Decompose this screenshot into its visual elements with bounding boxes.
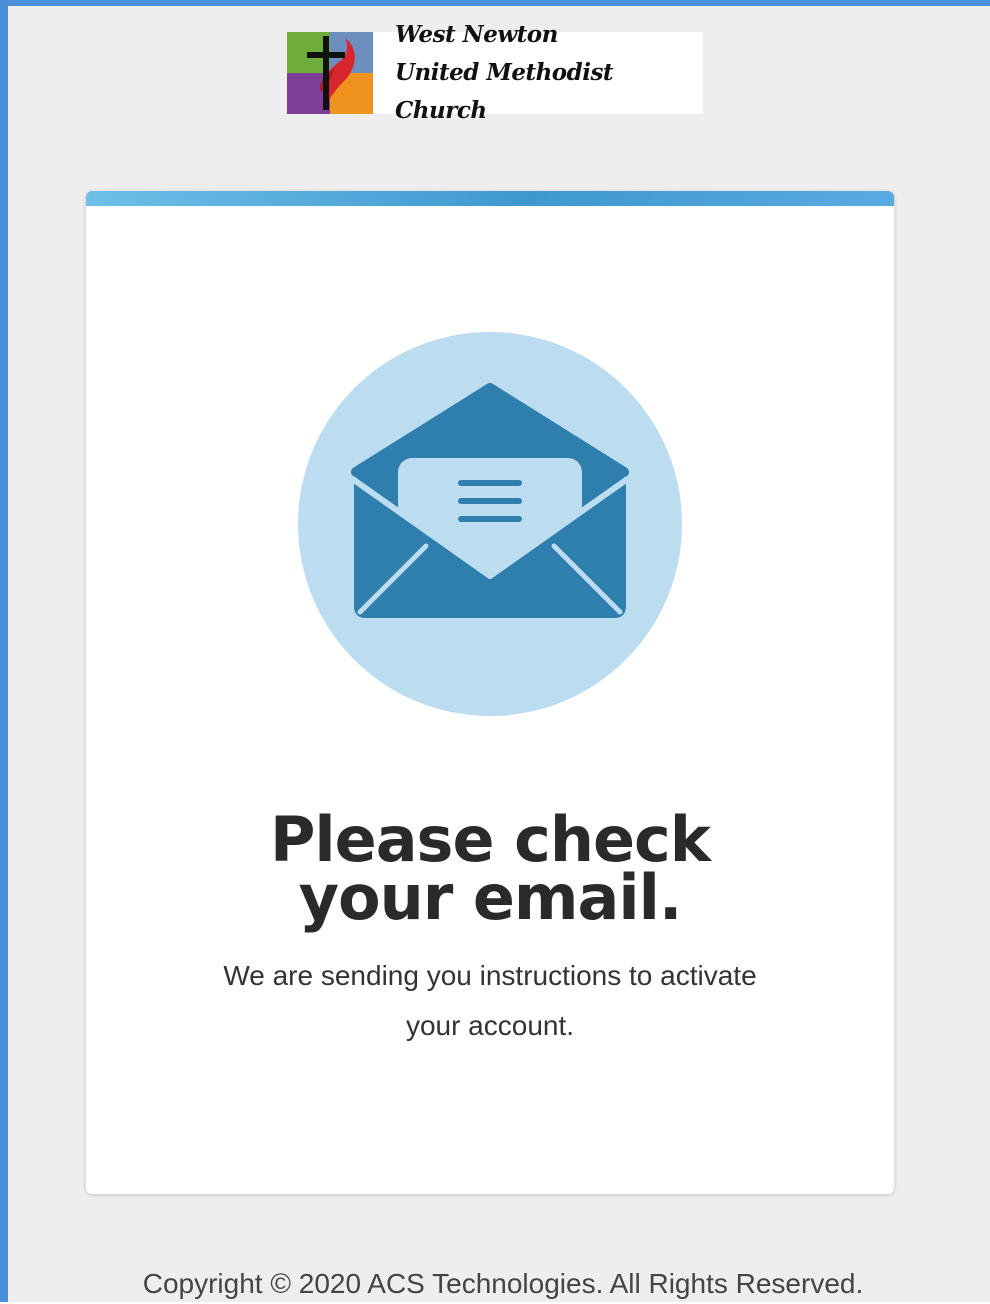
instruction-message-line2: your account.: [405, 1010, 575, 1041]
page-title: Please check your email.: [86, 809, 894, 929]
instruction-message-line1: We are sending you instructions to activ…: [223, 960, 757, 991]
church-name: West Newton United Methodist Church: [373, 16, 703, 130]
page-title-line2: your email.: [298, 861, 683, 934]
copyright-notice: Copyright © 2020 ACS Technologies. All R…: [142, 1268, 864, 1299]
church-logo[interactable]: West Newton United Methodist Church: [287, 21, 703, 124]
card-accent-bar: [86, 191, 894, 206]
page-frame: West Newton United Methodist Church Plea…: [0, 0, 990, 1302]
confirmation-card: Please check your email. We are sending …: [86, 191, 894, 1194]
cross-and-flame-icon: [287, 32, 373, 114]
church-name-line1: West Newton: [395, 21, 558, 48]
church-name-line2: United Methodist Church: [395, 59, 614, 124]
instruction-message: We are sending you instructions to activ…: [186, 951, 794, 1051]
open-envelope-icon: [298, 332, 682, 716]
